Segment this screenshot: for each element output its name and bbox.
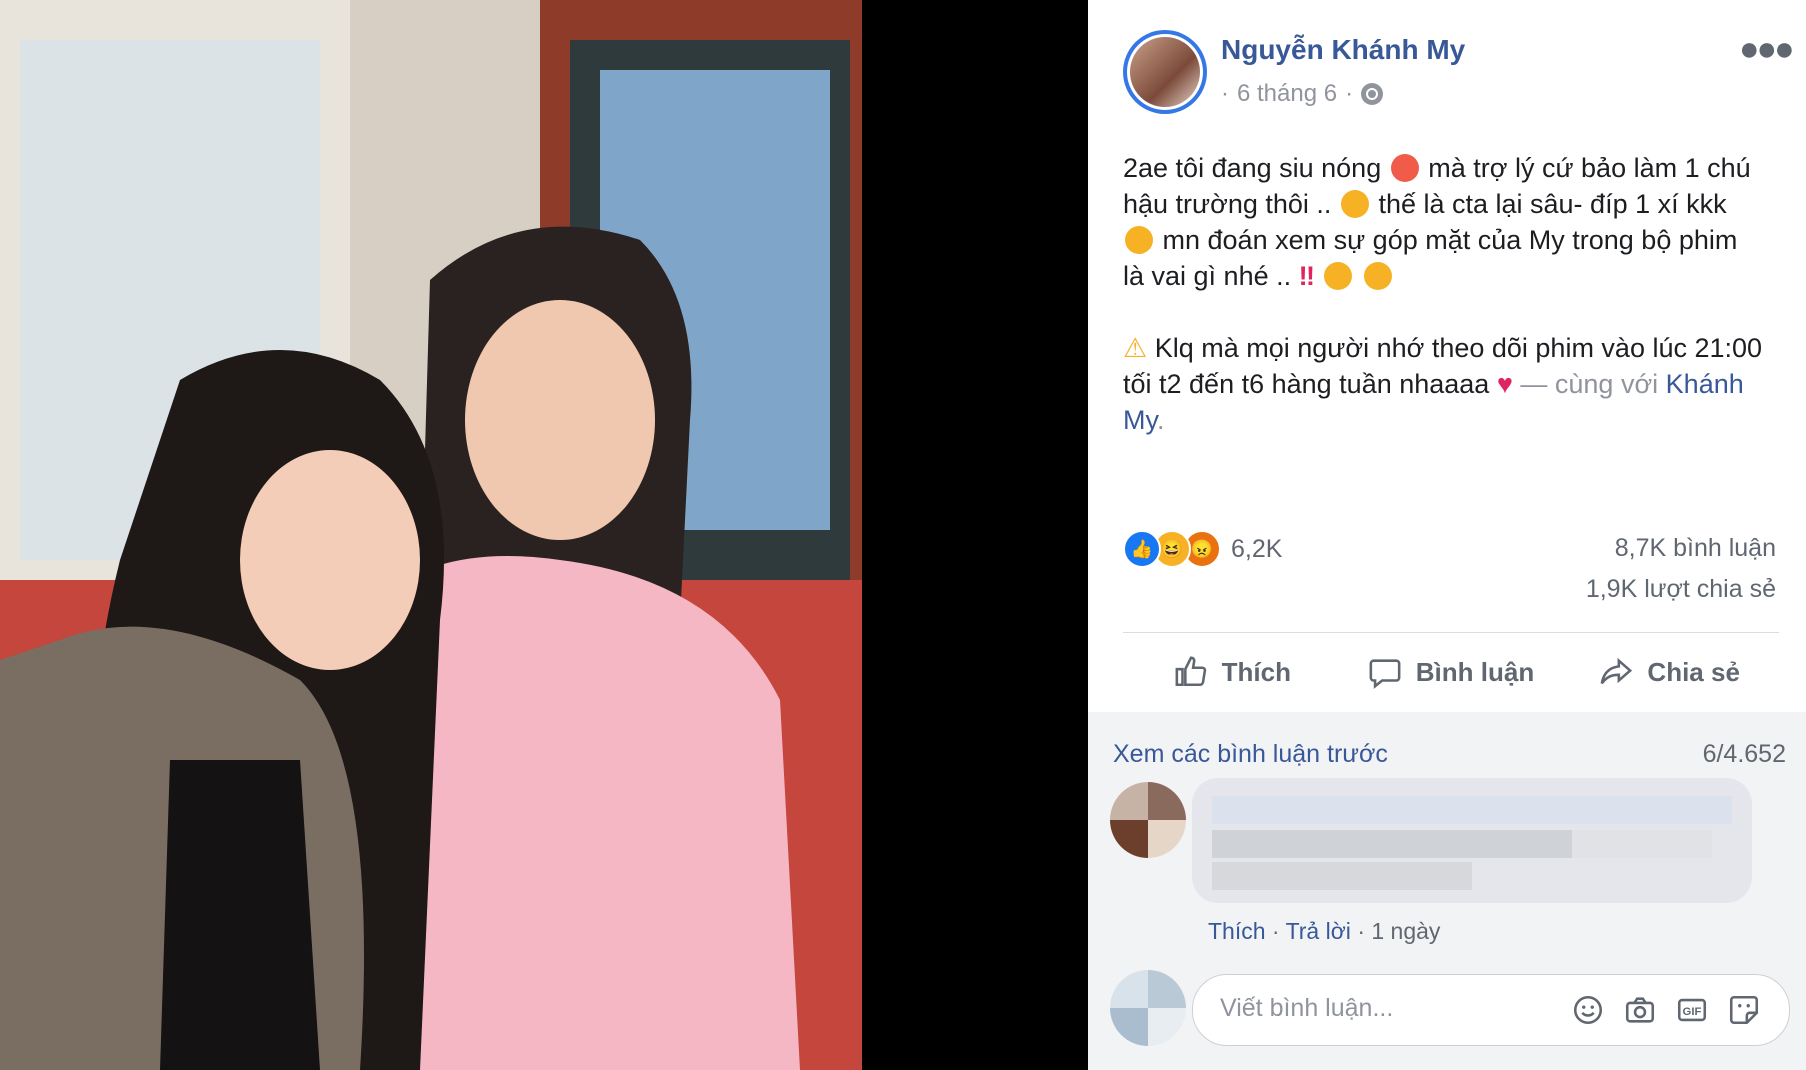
- share-button[interactable]: Chia sẻ: [1560, 632, 1779, 712]
- post-text-3: thế là cta lại sâu- đíp 1 xí kkk: [1378, 189, 1727, 219]
- pixelated-comment-text: [1212, 796, 1732, 890]
- like-label: Thích: [1221, 656, 1291, 687]
- red-heart-icon: ♥: [1496, 369, 1513, 399]
- comment-actions: Thích · Trả lời · 1 ngày: [1208, 918, 1440, 945]
- comment-input[interactable]: [1218, 993, 1522, 1024]
- share-icon: [1600, 657, 1633, 685]
- share-label: Chia sẻ: [1647, 656, 1740, 687]
- comment-reply-link[interactable]: Trả lời: [1286, 918, 1351, 944]
- gif-icon[interactable]: GIF: [1675, 993, 1709, 1027]
- meta-separator-2: ·: [1345, 80, 1354, 107]
- meta-separator: ·: [1221, 80, 1229, 107]
- post-meta: · 6 tháng 6 ·: [1221, 80, 1384, 108]
- current-user-avatar: [1110, 970, 1186, 1046]
- globe-icon: [1361, 83, 1384, 105]
- comment-dot-1: ·: [1271, 918, 1280, 944]
- post-text-1: 2ae tôi đang siu nóng: [1123, 153, 1382, 183]
- comment-bubble-blurred: [1192, 778, 1752, 903]
- pixelated-avatar: [1110, 782, 1186, 858]
- double-exclamation-icon: ‼: [1298, 261, 1315, 291]
- post-period: .: [1157, 405, 1165, 435]
- pixelated-user-avatar: [1110, 970, 1186, 1046]
- comment-time: 1 ngày: [1371, 918, 1441, 944]
- like-reaction-icon: 👍: [1123, 530, 1161, 568]
- comment-label: Bình luận: [1415, 656, 1535, 687]
- post-panel: Nguyễn Khánh My · 6 tháng 6 · ●●● 2ae tô…: [1088, 0, 1806, 1070]
- smiling-face-emoji-icon: [1125, 226, 1153, 254]
- more-options-icon[interactable]: ●●●: [1739, 30, 1795, 69]
- post-text: 2ae tôi đang siu nóng mà trợ lý cứ bảo l…: [1123, 150, 1763, 474]
- reaction-count: 6,2K: [1231, 534, 1283, 563]
- comment-count[interactable]: 8,7K bình luận: [1615, 534, 1776, 563]
- comment-like-link[interactable]: Thích: [1208, 918, 1266, 944]
- view-previous-comments-link[interactable]: Xem các bình luận trước: [1113, 740, 1388, 769]
- comment-avatar[interactable]: [1110, 782, 1186, 858]
- comments-section: Xem các bình luận trước 6/4.652 Thích · …: [1088, 712, 1806, 1070]
- thinking-face-emoji-icon: [1363, 262, 1392, 290]
- post-photo: [0, 0, 862, 1070]
- post-date[interactable]: 6 tháng 6: [1237, 80, 1337, 108]
- comment-dot-2: ·: [1357, 918, 1365, 944]
- photo-viewer[interactable]: [0, 0, 1088, 1070]
- svg-text:GIF: GIF: [1683, 1006, 1702, 1018]
- warning-icon: ⚠: [1123, 333, 1148, 363]
- reactions-summary[interactable]: 👍 😆 😠 6,2K: [1123, 530, 1282, 568]
- share-count[interactable]: 1,9K lượt chia sẻ: [1586, 575, 1776, 604]
- post-actions: Thích Bình luận Chia sẻ: [1123, 632, 1779, 712]
- comment-button[interactable]: Bình luận: [1342, 632, 1561, 712]
- emoji-icon[interactable]: [1571, 993, 1605, 1027]
- hot-face-emoji-icon: [1390, 154, 1419, 182]
- thumbs-up-icon: [1175, 656, 1206, 687]
- comment-icon: [1369, 659, 1401, 689]
- like-button[interactable]: Thích: [1123, 632, 1342, 712]
- frowning-face-emoji-icon: [1340, 190, 1369, 218]
- post-text-4: mn đoán xem sự góp mặt của My trong bộ p…: [1123, 225, 1738, 291]
- comments-counter: 6/4.652: [1702, 740, 1786, 768]
- shushing-face-emoji-icon: [1324, 262, 1353, 290]
- camera-icon[interactable]: [1623, 993, 1657, 1027]
- with-prefix: — cùng với: [1520, 369, 1659, 399]
- sticker-icon[interactable]: [1727, 993, 1761, 1027]
- comment-composer[interactable]: GIF: [1192, 974, 1790, 1046]
- author-avatar[interactable]: [1123, 30, 1207, 114]
- author-name[interactable]: Nguyễn Khánh My: [1221, 34, 1465, 66]
